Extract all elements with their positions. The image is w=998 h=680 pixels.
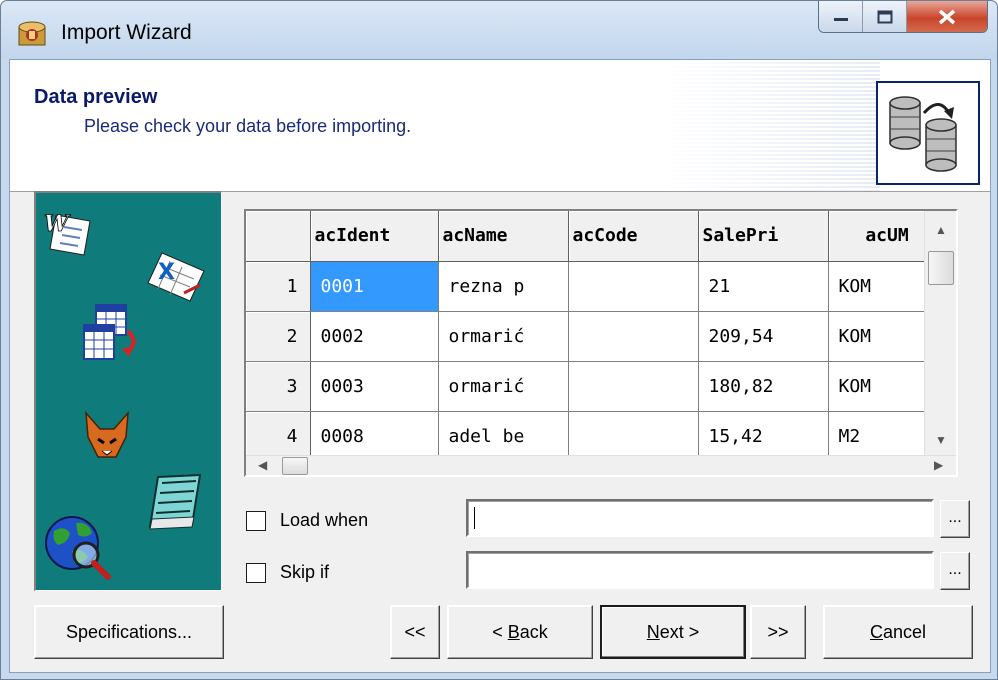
next-label: ext > bbox=[659, 622, 700, 642]
corner-cell[interactable] bbox=[246, 211, 311, 262]
maximize-icon bbox=[877, 10, 892, 23]
cancel-hotkey: C bbox=[869, 622, 883, 642]
column-header[interactable]: acName bbox=[438, 211, 569, 262]
last-page-button[interactable]: >> bbox=[750, 605, 806, 659]
column-header[interactable]: acIdent bbox=[310, 211, 439, 262]
load-when-option[interactable]: Load when bbox=[246, 510, 368, 531]
table-cell[interactable]: adel be bbox=[438, 411, 569, 462]
table-cell[interactable]: 15,42 bbox=[698, 411, 829, 462]
table-cell[interactable] bbox=[568, 411, 699, 462]
wizard-side-panel: W X bbox=[34, 191, 222, 591]
title-bar[interactable]: Import Wizard bbox=[1, 1, 997, 59]
back-label: ack bbox=[519, 622, 548, 642]
word-document-icon: W bbox=[44, 211, 91, 256]
table-convert-icon bbox=[83, 304, 136, 360]
svg-text:X: X bbox=[158, 260, 175, 285]
wizard-header: Data preview Please check your data befo… bbox=[10, 60, 990, 192]
row-number[interactable]: 2 bbox=[246, 311, 311, 362]
table-cell[interactable]: 209,54 bbox=[698, 311, 829, 362]
table-row: 2 0002 ormarić 209,54 KOM bbox=[246, 311, 947, 362]
svg-text:W: W bbox=[44, 211, 71, 237]
skip-if-checkbox[interactable] bbox=[246, 562, 266, 583]
foxpro-icon bbox=[85, 410, 129, 458]
window-controls bbox=[818, 1, 988, 33]
column-header[interactable]: SalePri bbox=[698, 211, 829, 262]
scroll-up-icon[interactable]: ▲ bbox=[935, 223, 947, 237]
wizard-client-area: Data preview Please check your data befo… bbox=[9, 59, 991, 673]
import-wizard-window: Import Wizard Data preview Please check … bbox=[0, 0, 998, 680]
minimize-button[interactable] bbox=[819, 1, 863, 32]
data-preview-grid[interactable]: acIdent acName acCode SalePri acUM 1 000… bbox=[244, 209, 958, 477]
first-page-button[interactable]: << bbox=[390, 605, 440, 659]
skip-if-browse-button[interactable]: ... bbox=[940, 552, 970, 590]
page-subtitle: Please check your data before importing. bbox=[84, 116, 412, 136]
vertical-scrollbar[interactable]: ▲ ▼ bbox=[924, 211, 956, 457]
notepad-icon bbox=[148, 473, 202, 530]
row-number[interactable]: 4 bbox=[246, 411, 311, 462]
back-button[interactable]: < Back bbox=[447, 605, 593, 659]
table-cell[interactable]: 21 bbox=[698, 261, 829, 312]
cancel-label: ancel bbox=[882, 622, 927, 642]
table-cell[interactable]: rezna p bbox=[438, 261, 569, 312]
column-header[interactable]: acCode bbox=[568, 211, 699, 262]
app-icon bbox=[18, 21, 46, 46]
next-button[interactable]: Next > bbox=[600, 605, 746, 659]
horizontal-scrollbar[interactable]: ◀ ▶ bbox=[246, 455, 956, 475]
excel-document-icon: X bbox=[147, 252, 205, 302]
row-number[interactable]: 3 bbox=[246, 361, 311, 412]
scroll-right-icon[interactable]: ▶ bbox=[934, 458, 943, 472]
horizontal-scroll-thumb[interactable] bbox=[282, 457, 308, 475]
table-cell[interactable]: 0008 bbox=[310, 411, 439, 462]
table-cell[interactable]: 0001 bbox=[310, 261, 439, 312]
table-header-row: acIdent acName acCode SalePri acUM bbox=[246, 211, 947, 262]
table-cell[interactable]: 0002 bbox=[310, 311, 439, 362]
vertical-scroll-thumb[interactable] bbox=[928, 251, 954, 285]
preview-table: acIdent acName acCode SalePri acUM 1 000… bbox=[246, 211, 947, 462]
skip-if-label[interactable]: Skip if bbox=[280, 562, 329, 583]
back-prefix: < bbox=[492, 622, 508, 642]
text-caret bbox=[474, 507, 475, 529]
cancel-button[interactable]: Cancel bbox=[823, 605, 973, 659]
load-when-browse-button[interactable]: ... bbox=[940, 500, 970, 538]
load-when-checkbox[interactable] bbox=[246, 510, 266, 531]
minimize-icon bbox=[833, 17, 848, 21]
row-number[interactable]: 1 bbox=[246, 261, 311, 312]
specifications-button[interactable]: Specifications... bbox=[34, 605, 224, 659]
globe-search-icon bbox=[45, 516, 111, 580]
close-icon bbox=[938, 9, 956, 24]
table-cell[interactable]: 180,82 bbox=[698, 361, 829, 412]
table-cell[interactable]: ormarić bbox=[438, 361, 569, 412]
skip-if-option[interactable]: Skip if bbox=[246, 562, 329, 583]
scroll-left-icon[interactable]: ◀ bbox=[258, 458, 267, 472]
header-decoration bbox=[660, 60, 880, 191]
table-row: 3 0003 ormarić 180,82 KOM bbox=[246, 361, 947, 412]
skip-if-input[interactable] bbox=[466, 551, 934, 589]
page-title: Data preview bbox=[34, 86, 158, 108]
table-cell[interactable] bbox=[568, 361, 699, 412]
window-title: Import Wizard bbox=[61, 21, 192, 44]
database-icon-frame bbox=[876, 81, 980, 185]
database-transfer-icon bbox=[889, 96, 957, 172]
next-hotkey: N bbox=[646, 622, 660, 642]
table-row: 4 0008 adel be 15,42 M2 bbox=[246, 411, 947, 462]
close-button[interactable] bbox=[907, 1, 987, 32]
scroll-down-icon[interactable]: ▼ bbox=[935, 433, 947, 447]
table-cell[interactable] bbox=[568, 261, 699, 312]
load-when-input[interactable] bbox=[466, 499, 934, 537]
load-when-label[interactable]: Load when bbox=[280, 510, 368, 531]
table-row: 1 0001 rezna p 21 KOM bbox=[246, 261, 947, 312]
maximize-button[interactable] bbox=[863, 1, 907, 32]
table-cell[interactable]: ormarić bbox=[438, 311, 569, 362]
table-cell[interactable]: 0003 bbox=[310, 361, 439, 412]
back-hotkey: B bbox=[507, 622, 520, 642]
table-cell[interactable] bbox=[568, 311, 699, 362]
